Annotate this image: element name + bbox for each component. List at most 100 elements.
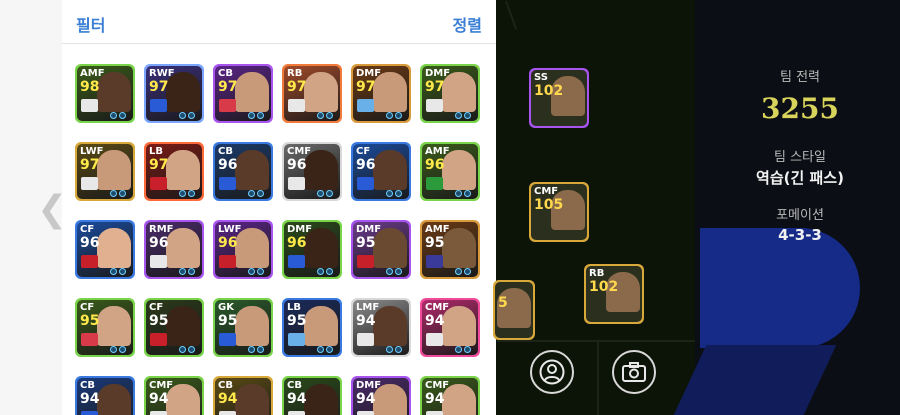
player-card[interactable]: CF 96	[351, 142, 411, 201]
player-rating: 94	[149, 391, 169, 407]
player-card[interactable]: AMF 96	[420, 142, 480, 201]
formation-value: 4-3-3	[778, 226, 822, 244]
player-position: CB	[218, 146, 233, 157]
camera-icon	[622, 362, 646, 382]
skill-dot-icon	[326, 190, 333, 197]
player-card[interactable]: CMF 94	[420, 298, 480, 357]
skill-dot-icon	[179, 112, 186, 119]
player-position: DMF	[356, 224, 382, 235]
nationality-flag-icon	[219, 333, 236, 346]
player-card[interactable]: CB 94	[75, 376, 135, 415]
player-card-body: CB 96	[215, 144, 271, 199]
player-card[interactable]: DMF 97	[351, 64, 411, 123]
player-rating: 96	[287, 157, 307, 173]
player-card[interactable]: CB 96	[213, 142, 273, 201]
player-rating: 97	[218, 79, 238, 95]
player-card-body: LMF 94	[353, 300, 409, 355]
player-card[interactable]: CF 96	[75, 220, 135, 279]
player-card[interactable]: AMF 98	[75, 64, 135, 123]
player-rating: 95	[149, 313, 169, 329]
formation-label: 포메이션	[776, 208, 824, 223]
player-card[interactable]: LWF 97	[75, 142, 135, 201]
player-position: CB	[80, 380, 95, 391]
skill-dot-icon	[179, 346, 186, 353]
player-position: CMF	[425, 302, 450, 313]
player-rating: 95	[287, 313, 307, 329]
skill-dot-icon	[119, 346, 126, 353]
lineup-player-card[interactable]: RB 102	[584, 264, 644, 324]
player-card[interactable]: LB 95	[282, 298, 342, 357]
skill-dot-icon	[464, 268, 471, 275]
player-photo	[97, 228, 131, 268]
player-position: LB	[149, 146, 163, 157]
skill-dot-icon	[455, 112, 462, 119]
player-card[interactable]: RWF 97	[144, 64, 204, 123]
player-card[interactable]: RMF 96	[144, 220, 204, 279]
player-card[interactable]: DMF 94	[351, 376, 411, 415]
player-card-body: RB 97	[284, 66, 340, 121]
player-select-panel: 필터 정렬 AMF 98 RWF 97 CB 97 RB 97 DMF 97 DMF 97 LWF 97 L…	[62, 0, 496, 415]
filter-button[interactable]: 필터	[76, 12, 105, 36]
player-rating: 96	[149, 235, 169, 251]
skill-dot-icon	[110, 190, 117, 197]
player-rating: 97	[149, 157, 169, 173]
player-rating: 95	[80, 313, 100, 329]
skill-dot-icon	[257, 112, 264, 119]
skill-dot-icon	[386, 268, 393, 275]
player-card[interactable]: CB 94	[213, 376, 273, 415]
nationality-flag-icon	[288, 255, 305, 268]
player-card[interactable]: GK 95	[213, 298, 273, 357]
player-card[interactable]: DMF 97	[420, 64, 480, 123]
skill-dot-icon	[395, 268, 402, 275]
player-position: LWF	[218, 224, 242, 235]
player-card-body: RWF 97	[146, 66, 202, 121]
player-position: CB	[218, 380, 233, 391]
lineup-player-card[interactable]: SS 102	[529, 68, 589, 128]
skill-dot-icon	[317, 112, 324, 119]
player-card[interactable]: AMF 95	[420, 220, 480, 279]
player-position: LMF	[356, 302, 380, 313]
player-position: RWF	[149, 68, 175, 79]
lineup-player-card[interactable]: CMF 105	[529, 182, 589, 242]
player-rating: 94	[356, 313, 376, 329]
sort-button[interactable]: 정렬	[453, 12, 482, 36]
player-position: DMF	[425, 68, 451, 79]
nationality-flag-icon	[426, 333, 443, 346]
player-card[interactable]: RB 97	[282, 64, 342, 123]
lineup-player-card[interactable]: 5	[493, 280, 535, 340]
skill-dot-icon	[326, 268, 333, 275]
pitch-line	[597, 342, 599, 415]
skill-dot-icon	[317, 268, 324, 275]
nationality-flag-icon	[288, 411, 305, 415]
player-card[interactable]: CMF 94	[420, 376, 480, 415]
player-rating: 98	[80, 79, 100, 95]
nationality-flag-icon	[150, 177, 167, 190]
nationality-flag-icon	[357, 255, 374, 268]
player-card[interactable]: CF 95	[144, 298, 204, 357]
player-card-body: AMF 95	[422, 222, 478, 277]
player-card[interactable]: CMF 96	[282, 142, 342, 201]
player-card[interactable]: DMF 95	[351, 220, 411, 279]
nationality-flag-icon	[150, 333, 167, 346]
player-card-body: CMF 96	[284, 144, 340, 199]
player-rating: 94	[356, 391, 376, 407]
player-card[interactable]: LMF 94	[351, 298, 411, 357]
player-card[interactable]: CB 94	[282, 376, 342, 415]
player-card-body: LWF 96	[215, 222, 271, 277]
player-card[interactable]: LB 97	[144, 142, 204, 201]
player-photo	[97, 384, 131, 415]
skill-dot-icon	[386, 346, 393, 353]
player-card[interactable]: CMF 94	[144, 376, 204, 415]
skill-dot-icon	[257, 268, 264, 275]
player-card[interactable]: CB 97	[213, 64, 273, 123]
player-card[interactable]: CF 95	[75, 298, 135, 357]
player-rating: 94	[425, 313, 445, 329]
camera-button[interactable]	[612, 350, 656, 394]
player-profile-button[interactable]	[530, 350, 574, 394]
player-photo	[235, 72, 269, 112]
player-position: SS	[534, 72, 548, 83]
nationality-flag-icon	[219, 99, 236, 112]
player-card[interactable]: LWF 96	[213, 220, 273, 279]
player-card[interactable]: DMF 96	[282, 220, 342, 279]
player-rating: 94	[425, 391, 445, 407]
